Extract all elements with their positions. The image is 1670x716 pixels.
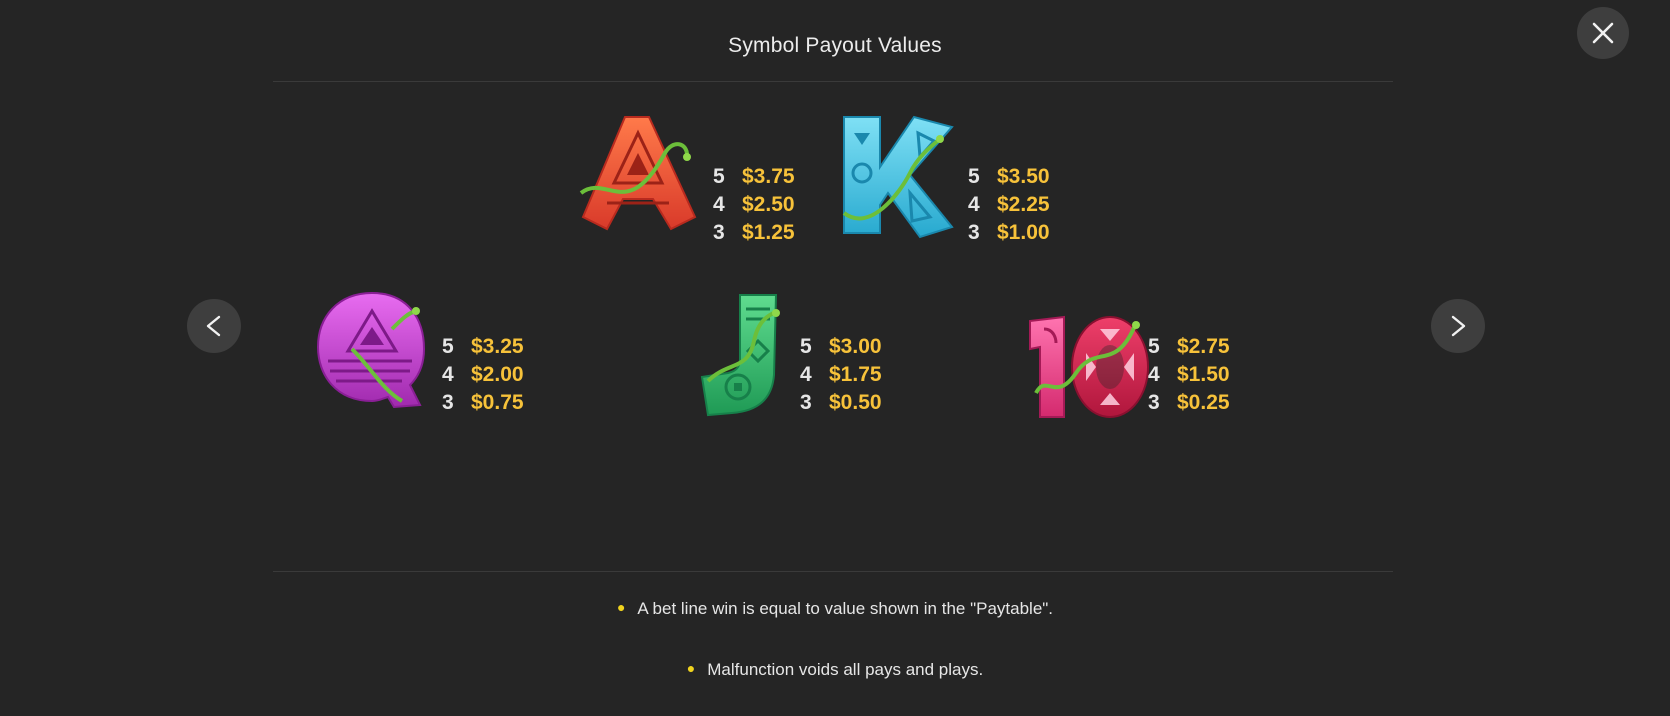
payout-value: $3.75 [742, 165, 795, 188]
previous-page-button[interactable] [187, 299, 241, 353]
match-count: 3 [713, 221, 725, 244]
next-page-button[interactable] [1431, 299, 1485, 353]
number-10-symbol-icon [1029, 315, 1149, 418]
payout-row: 5 $3.50 [968, 163, 1050, 191]
symbol-k-paytable: 5 $3.50 4 $2.25 3 $1.00 [968, 163, 1050, 247]
payout-row: 3 $1.25 [713, 219, 795, 247]
payout-value: $0.75 [471, 391, 524, 414]
match-count: 5 [442, 335, 454, 358]
payout-row: 4 $2.00 [442, 361, 524, 389]
symbol-q-paytable: 5 $3.25 4 $2.00 3 $0.75 [442, 333, 524, 417]
match-count: 3 [442, 391, 454, 414]
payout-row: 3 $0.25 [1148, 389, 1230, 417]
bullet-icon: ● [616, 599, 626, 615]
payout-value: $2.50 [742, 193, 795, 216]
match-count: 3 [800, 391, 812, 414]
payout-row: 5 $3.25 [442, 333, 524, 361]
match-count: 4 [968, 193, 980, 216]
payout-value: $1.25 [742, 221, 795, 244]
payout-value: $0.50 [829, 391, 882, 414]
match-count: 4 [442, 363, 454, 386]
rule-text: Malfunction voids all pays and plays. [707, 660, 984, 679]
payout-row: 3 $0.50 [800, 389, 882, 417]
match-count: 4 [1148, 363, 1160, 386]
rule-item: ● A bet line win is equal to value shown … [0, 599, 1670, 619]
match-count: 3 [968, 221, 980, 244]
letter-a-symbol-icon [579, 116, 697, 231]
page-title: Symbol Payout Values [728, 34, 942, 57]
footer-divider [273, 571, 1393, 572]
payout-row: 3 $0.75 [442, 389, 524, 417]
payout-row: 5 $3.00 [800, 333, 882, 361]
letter-q-symbol-icon [316, 291, 426, 409]
match-count: 3 [1148, 391, 1160, 414]
payout-value: $1.50 [1177, 363, 1230, 386]
letter-k-symbol-icon [842, 115, 954, 239]
payout-row: 4 $2.50 [713, 191, 795, 219]
payout-value: $3.00 [829, 335, 882, 358]
payout-value: $2.25 [997, 193, 1050, 216]
payout-row: 3 $1.00 [968, 219, 1050, 247]
match-count: 5 [800, 335, 812, 358]
match-count: 4 [713, 193, 725, 216]
payout-row: 4 $1.75 [800, 361, 882, 389]
symbol-j-paytable: 5 $3.00 4 $1.75 3 $0.50 [800, 333, 882, 417]
match-count: 5 [713, 165, 725, 188]
symbol-a-paytable: 5 $3.75 4 $2.50 3 $1.25 [713, 163, 795, 247]
payout-value: $1.00 [997, 221, 1050, 244]
match-count: 5 [968, 165, 980, 188]
payout-value: $0.25 [1177, 391, 1230, 414]
payout-row: 4 $2.25 [968, 191, 1050, 219]
close-icon [1592, 22, 1614, 44]
payout-row: 5 $3.75 [713, 163, 795, 191]
chevron-right-icon [1451, 315, 1466, 337]
payout-value: $3.25 [471, 335, 524, 358]
rule-item: ● Malfunction voids all pays and plays. [0, 660, 1670, 680]
payout-value: $3.50 [997, 165, 1050, 188]
match-count: 4 [800, 363, 812, 386]
symbol-10-paytable: 5 $2.75 4 $1.50 3 $0.25 [1148, 333, 1230, 417]
header-divider [273, 81, 1393, 82]
payout-value: $2.75 [1177, 335, 1230, 358]
payout-value: $1.75 [829, 363, 882, 386]
match-count: 5 [1148, 335, 1160, 358]
chevron-left-icon [206, 315, 221, 337]
payout-row: 4 $1.50 [1148, 361, 1230, 389]
payout-value: $2.00 [471, 363, 524, 386]
letter-j-symbol-icon [700, 294, 780, 417]
bullet-icon: ● [686, 660, 696, 676]
close-button[interactable] [1577, 7, 1629, 59]
payout-row: 5 $2.75 [1148, 333, 1230, 361]
rule-text: A bet line win is equal to value shown i… [637, 599, 1054, 618]
